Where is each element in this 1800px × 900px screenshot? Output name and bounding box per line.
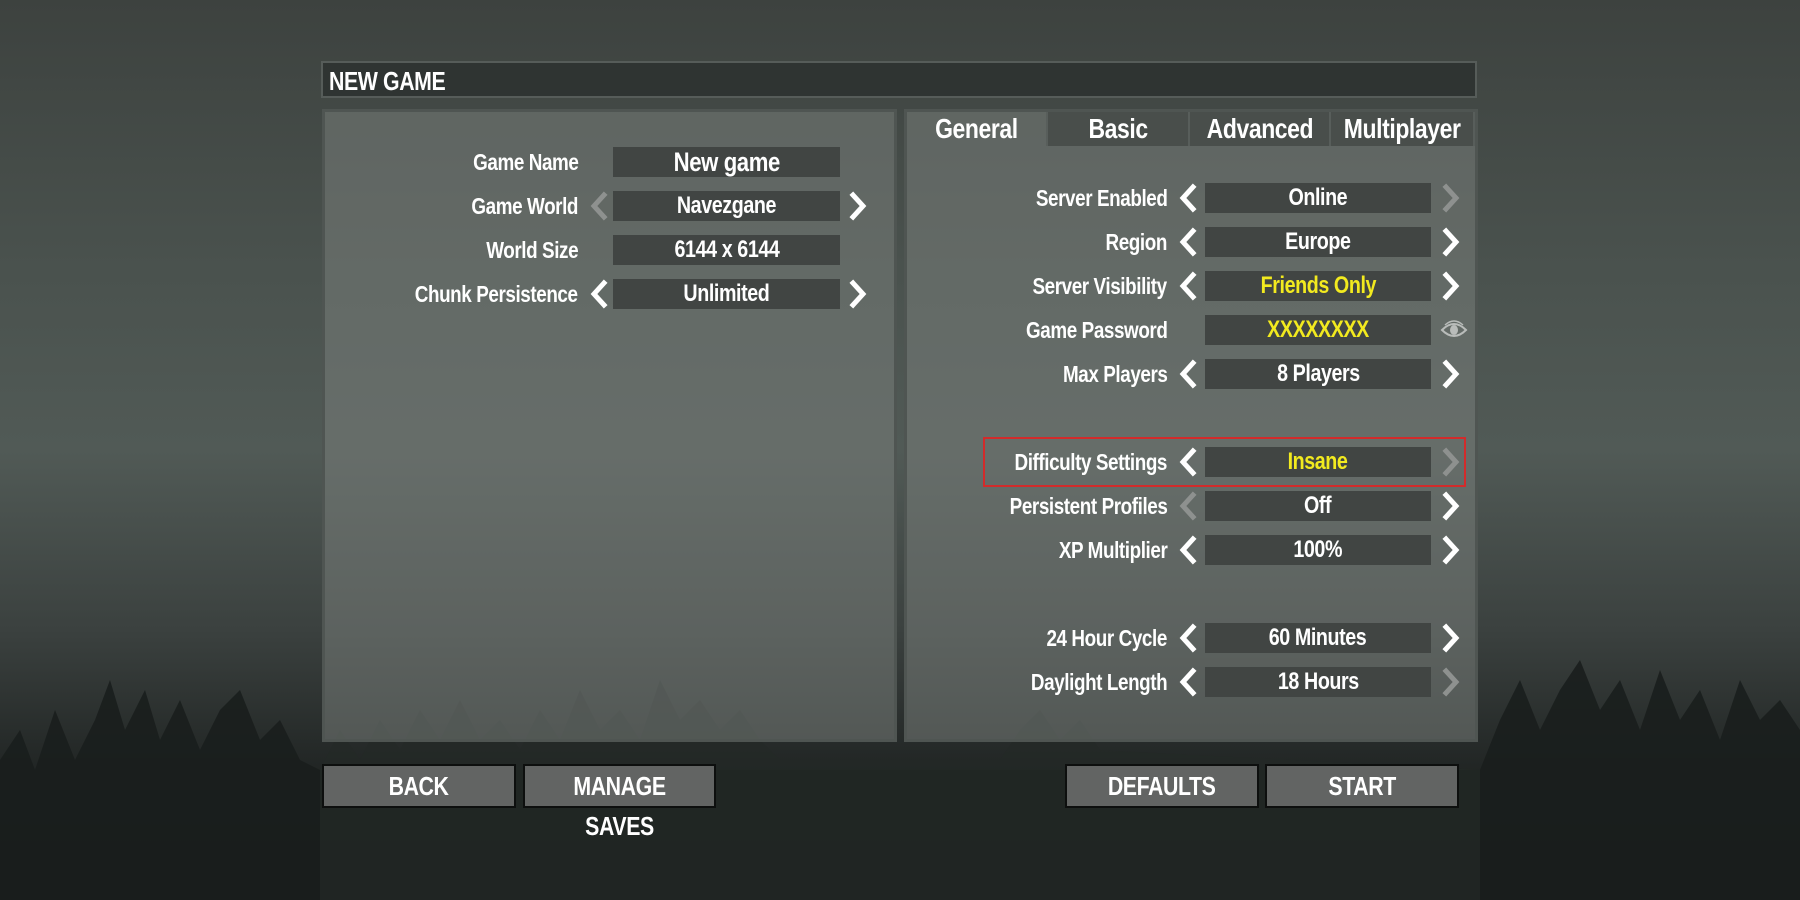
- server-visibility-row-label: Server Visibility: [907, 271, 1168, 301]
- daylight-length-value-field: 18 Hours: [1205, 667, 1431, 697]
- chunk-persistence-row-label: Chunk Persistence: [325, 279, 578, 309]
- server-visibility-next-arrow-icon[interactable]: [1440, 271, 1462, 301]
- persistent-profiles-label: Persistent Profiles: [1009, 493, 1167, 519]
- persistent-profiles-prev-arrow-icon: [1177, 491, 1199, 521]
- world-size-value: 6144 x 6144: [674, 236, 779, 263]
- daylight-length-label: Daylight Length: [1030, 669, 1168, 695]
- max-players-row-label: Max Players: [907, 359, 1167, 389]
- server-visibility-value: Friends Only: [1260, 272, 1376, 299]
- game-password-label: Game Password: [1025, 317, 1168, 343]
- daylight-length-prev-arrow-icon[interactable]: [1177, 667, 1199, 697]
- game-world-label: Game World: [471, 193, 578, 219]
- region-value-field: Europe: [1205, 227, 1431, 257]
- defaults-button[interactable]: DEFAULTS: [1065, 764, 1259, 808]
- persistent-profiles-row-label: Persistent Profiles: [907, 491, 1167, 521]
- daylight-length-next-arrow-icon: [1440, 667, 1462, 697]
- game-world-row-label: Game World: [325, 191, 578, 221]
- start-button-label: START: [1328, 771, 1396, 801]
- max-players-value: 8 Players: [1276, 360, 1360, 387]
- tab-general[interactable]: General: [907, 112, 1048, 146]
- back-button-label: BACK: [389, 771, 449, 801]
- region-row-label: Region: [907, 227, 1168, 257]
- region-next-arrow-icon[interactable]: [1440, 227, 1462, 257]
- server-enabled-value: Online: [1288, 184, 1348, 211]
- world-settings-panel: Game Name New game Game World Navezgane Worl…: [322, 109, 897, 742]
- manage-saves-button[interactable]: MANAGE SAVES: [523, 764, 716, 841]
- chunk-persistence-next-arrow-icon[interactable]: [847, 279, 869, 309]
- xp-multiplier-label: XP Multiplier: [1058, 537, 1167, 563]
- game-name-value: New game: [673, 147, 780, 177]
- server-enabled-row-label: Server Enabled: [907, 183, 1167, 213]
- xp-multiplier-value: 100%: [1293, 536, 1343, 563]
- persistent-profiles-next-arrow-icon[interactable]: [1440, 491, 1462, 521]
- game-world-prev-arrow-icon: [588, 191, 610, 221]
- manage-saves-button-label: MANAGE SAVES: [573, 771, 666, 841]
- back-button[interactable]: BACK: [322, 764, 516, 808]
- daylight-length-value: 18 Hours: [1277, 668, 1359, 695]
- chunk-persistence-value-field: Unlimited: [613, 279, 840, 309]
- chunk-persistence-label: Chunk Persistence: [415, 281, 578, 307]
- chunk-persistence-value: Unlimited: [683, 280, 770, 307]
- 24-hour-cycle-row-label: 24 Hour Cycle: [907, 623, 1168, 653]
- game-password-value: XXXXXXXX: [1267, 316, 1369, 343]
- 24-hour-cycle-value: 60 Minutes: [1269, 624, 1367, 651]
- server-enabled-value-field: Online: [1205, 183, 1431, 213]
- server-enabled-next-arrow-icon: [1440, 183, 1462, 213]
- world-size-row-label: World Size: [325, 235, 578, 265]
- persistent-profiles-value-field: Off: [1205, 491, 1431, 521]
- world-size-value-field: 6144 x 6144: [613, 235, 840, 265]
- xp-multiplier-next-arrow-icon[interactable]: [1440, 535, 1462, 565]
- window-title: NEW GAME: [329, 66, 446, 96]
- region-prev-arrow-icon[interactable]: [1177, 227, 1199, 257]
- forest-background: [0, 660, 1800, 900]
- xp-multiplier-row-label: XP Multiplier: [907, 535, 1167, 565]
- max-players-value-field: 8 Players: [1205, 359, 1431, 389]
- server-enabled-label: Server Enabled: [1035, 185, 1167, 211]
- tab-advanced-label: Advanced: [1206, 113, 1313, 144]
- defaults-button-label: DEFAULTS: [1108, 771, 1216, 801]
- region-value: Europe: [1285, 228, 1351, 255]
- max-players-next-arrow-icon[interactable]: [1440, 359, 1462, 389]
- chunk-persistence-prev-arrow-icon[interactable]: [588, 279, 610, 309]
- 24-hour-cycle-value-field: 60 Minutes: [1205, 623, 1431, 653]
- show-password-eye-icon[interactable]: [1440, 315, 1468, 345]
- game-world-value-field: Navezgane: [613, 191, 840, 221]
- 24-hour-cycle-label: 24 Hour Cycle: [1046, 625, 1168, 651]
- difficulty-settings-highlight-outline: [983, 437, 1466, 487]
- max-players-prev-arrow-icon[interactable]: [1177, 359, 1199, 389]
- region-label: Region: [1105, 229, 1168, 255]
- game-world-value: Navezgane: [676, 192, 777, 219]
- tab-basic[interactable]: Basic: [1048, 112, 1190, 146]
- start-button[interactable]: START: [1265, 764, 1459, 808]
- game-name-label: Game Name: [472, 149, 579, 175]
- tab-multiplayer-label: Multiplayer: [1343, 113, 1461, 144]
- game-world-next-arrow-icon[interactable]: [847, 191, 869, 221]
- xp-multiplier-value-field: 100%: [1205, 535, 1431, 565]
- game-name-row-label: Game Name: [325, 147, 579, 177]
- server-enabled-prev-arrow-icon[interactable]: [1177, 183, 1199, 213]
- game-password-row-label: Game Password: [907, 315, 1168, 345]
- game-password-value-field[interactable]: XXXXXXXX: [1205, 315, 1431, 345]
- window-title-bar: NEW GAME: [321, 61, 1477, 98]
- tab-general-label: General: [935, 113, 1018, 144]
- server-visibility-prev-arrow-icon[interactable]: [1177, 271, 1199, 301]
- persistent-profiles-value: Off: [1304, 492, 1332, 519]
- game-settings-panel: General Basic Advanced Multiplayer Server E…: [904, 109, 1478, 742]
- daylight-length-row-label: Daylight Length: [907, 667, 1168, 697]
- xp-multiplier-prev-arrow-icon[interactable]: [1177, 535, 1199, 565]
- max-players-label: Max Players: [1062, 361, 1167, 387]
- server-visibility-label: Server Visibility: [1032, 273, 1168, 299]
- game-name-value-field[interactable]: New game: [613, 147, 840, 177]
- settings-tabs: General Basic Advanced Multiplayer: [907, 112, 1475, 146]
- world-size-label: World Size: [486, 237, 578, 263]
- server-visibility-value-field: Friends Only: [1205, 271, 1431, 301]
- 24-hour-cycle-next-arrow-icon[interactable]: [1440, 623, 1462, 653]
- tab-basic-label: Basic: [1088, 113, 1148, 144]
- tab-multiplayer[interactable]: Multiplayer: [1331, 112, 1475, 146]
- 24-hour-cycle-prev-arrow-icon[interactable]: [1177, 623, 1199, 653]
- tab-advanced[interactable]: Advanced: [1190, 112, 1331, 146]
